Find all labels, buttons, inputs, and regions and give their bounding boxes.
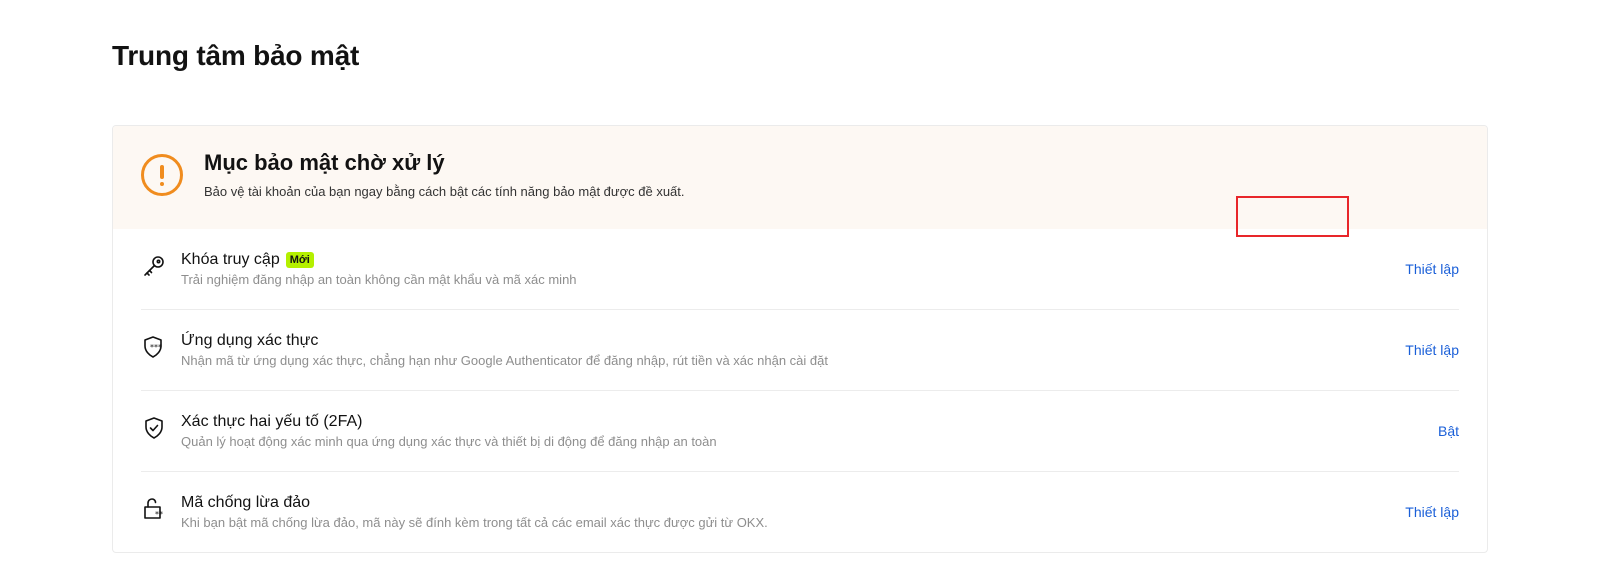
passkey-setup-button[interactable]: Thiết lập (1405, 261, 1459, 277)
2fa-description: Quản lý hoạt động xác minh qua ứng dụng … (181, 434, 717, 449)
security-items-list: Khóa truy cập Mới Trải nghiệm đăng nhập … (113, 229, 1487, 552)
anti-phishing-setup-button[interactable]: Thiết lập (1405, 504, 1459, 520)
authenticator-description: Nhận mã từ ứng dụng xác thực, chẳng hạn … (181, 353, 828, 368)
security-item-passkey: Khóa truy cập Mới Trải nghiệm đăng nhập … (141, 229, 1459, 310)
shield-check-icon (141, 415, 167, 441)
security-item-anti-phishing: ** Mã chống lừa đảo Khi bạn bật mã chống… (141, 472, 1459, 552)
shield-password-icon: *** (141, 334, 167, 360)
authenticator-title: Ứng dụng xác thực (181, 332, 319, 349)
svg-text:***: *** (150, 343, 162, 352)
2fa-title: Xác thực hai yếu tố (2FA) (181, 413, 363, 430)
2fa-enable-button[interactable]: Bật (1438, 423, 1459, 439)
passkey-title: Khóa truy cập (181, 251, 280, 268)
new-badge: Mới (285, 252, 314, 268)
svg-text:**: ** (155, 510, 163, 519)
security-item-title: Khóa truy cập Mới (181, 251, 314, 269)
warning-exclamation-icon (141, 154, 183, 196)
banner-title: Mục bảo mật chờ xử lý (204, 150, 445, 175)
key-icon (141, 253, 167, 279)
anti-phishing-description: Khi bạn bật mã chống lừa đảo, mã này sẽ … (181, 515, 768, 530)
security-item-2fa: Xác thực hai yếu tố (2FA) Quản lý hoạt đ… (141, 391, 1459, 472)
security-item-title: Mã chống lừa đảo (181, 494, 310, 512)
security-card: Mục bảo mật chờ xử lý Bảo vệ tài khoản c… (112, 125, 1488, 553)
pending-security-banner: Mục bảo mật chờ xử lý Bảo vệ tài khoản c… (113, 126, 1487, 229)
authenticator-setup-button[interactable]: Thiết lập (1405, 342, 1459, 358)
security-item-title: Ứng dụng xác thực (181, 332, 318, 350)
security-item-title: Xác thực hai yếu tố (2FA) (181, 413, 362, 431)
anti-phishing-title: Mã chống lừa đảo (181, 494, 311, 511)
banner-description: Bảo vệ tài khoản của bạn ngay bằng cách … (204, 184, 685, 199)
passkey-description: Trải nghiệm đăng nhập an toàn không cần … (181, 272, 577, 287)
security-item-authenticator: *** Ứng dụng xác thực Nhận mã từ ứng dụn… (141, 310, 1459, 391)
page-title: Trung tâm bảo mật (112, 40, 360, 71)
unlock-password-icon: ** (141, 496, 167, 522)
